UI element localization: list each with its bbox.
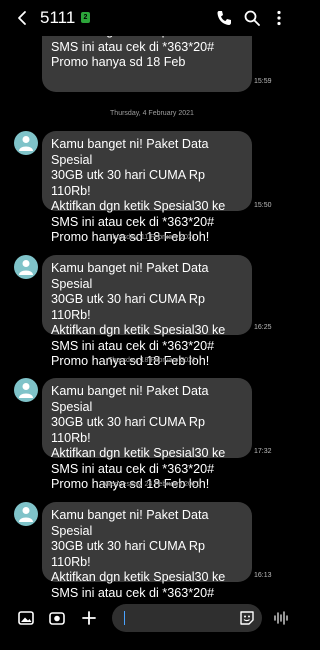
- contact-avatar[interactable]: [14, 502, 38, 526]
- message-time: 17:32: [254, 448, 272, 455]
- compose-bar: [0, 600, 304, 650]
- voice-waveform-icon[interactable]: [272, 609, 290, 627]
- image-icon[interactable]: [17, 609, 35, 627]
- message-thread[interactable]: Aktifkan dgn ketik Spesial30 ke SMS ini …: [0, 0, 304, 600]
- phone-icon[interactable]: [215, 9, 233, 27]
- person-icon: [19, 507, 33, 522]
- contact-title: 5111: [40, 8, 76, 27]
- search-icon[interactable]: [243, 9, 261, 27]
- message-time: 15:50: [254, 202, 272, 209]
- message-text: Kamu banget ni! Paket Data Spesial 30GB …: [51, 137, 226, 244]
- message-time: 16:25: [254, 324, 272, 331]
- sticker-icon[interactable]: [238, 609, 256, 627]
- plus-icon[interactable]: [80, 609, 98, 627]
- date-separator: Thursday, 18 February 2021: [108, 357, 196, 364]
- camera-icon[interactable]: [48, 609, 66, 627]
- message-bubble[interactable]: Kamu banget ni! Paket Data Spesial 30GB …: [42, 131, 252, 244]
- conversation-header: 5111 2: [0, 0, 304, 36]
- message-text: Kamu banget ni! Paket Data Spesial 30GB …: [51, 261, 226, 368]
- person-icon: [19, 136, 33, 151]
- message-bubble[interactable]: Kamu banget ni! Paket Data Spesial 30GB …: [42, 255, 252, 368]
- message-bubble[interactable]: Kamu banget ni! Paket Data Spesial 30GB …: [42, 502, 252, 600]
- sim-indicator: 2: [81, 12, 90, 23]
- message-time: 15:59: [254, 78, 272, 85]
- message-text: Kamu banget ni! Paket Data Spesial 30GB …: [51, 384, 226, 491]
- date-separator: Thursday, 11 February 2021: [108, 234, 196, 241]
- more-vertical-icon[interactable]: [270, 9, 288, 27]
- contact-avatar[interactable]: [14, 131, 38, 155]
- person-icon: [19, 260, 33, 275]
- date-separator: Wednesday, 24 February 2021: [104, 481, 200, 488]
- back-arrow-icon[interactable]: [14, 9, 32, 27]
- text-caret: [124, 611, 125, 625]
- message-text: Kamu banget ni! Paket Data Spesial 30GB …: [51, 508, 226, 600]
- contact-avatar[interactable]: [14, 255, 38, 279]
- message-time: 16:13: [254, 572, 272, 579]
- contact-avatar[interactable]: [14, 378, 38, 402]
- message-input[interactable]: [112, 604, 262, 632]
- message-bubble[interactable]: Kamu banget ni! Paket Data Spesial 30GB …: [42, 378, 252, 491]
- date-separator: Thursday, 4 February 2021: [110, 110, 194, 117]
- person-icon: [19, 383, 33, 398]
